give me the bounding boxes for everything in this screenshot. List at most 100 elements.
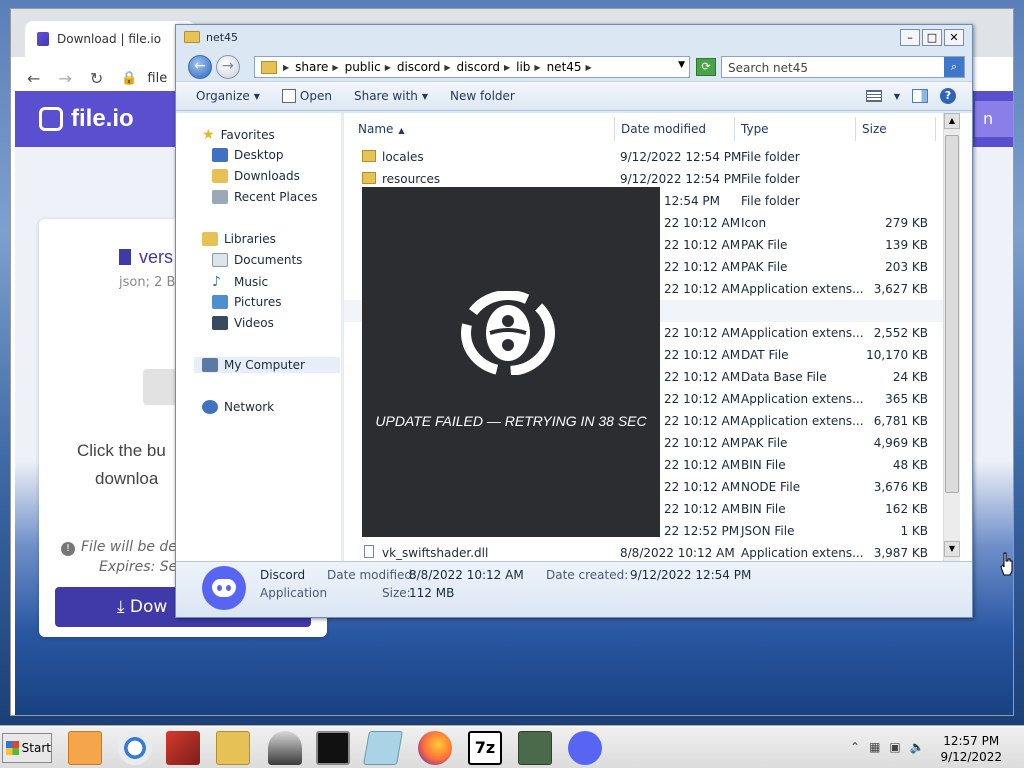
network-monitor-icon[interactable] bbox=[518, 731, 552, 765]
maximize-button[interactable]: □ bbox=[922, 29, 942, 46]
inkscape-icon[interactable] bbox=[268, 731, 302, 765]
7zip-icon[interactable]: 7z bbox=[468, 731, 502, 765]
back-arrow-icon[interactable]: ← bbox=[27, 69, 40, 88]
breadcrumb-item[interactable]: discord ▶ bbox=[456, 60, 510, 74]
clock[interactable]: 12:57 PM 9/12/2022 bbox=[940, 733, 1002, 765]
file-type-cell: File folder bbox=[741, 194, 800, 208]
file-size-cell: 3,676 KB bbox=[873, 480, 928, 494]
discord-spinner-icon bbox=[461, 291, 555, 375]
help-icon[interactable]: ? bbox=[940, 88, 956, 104]
new-folder-button[interactable]: New folder bbox=[450, 89, 515, 103]
file-size-cell: 365 KB bbox=[885, 392, 928, 406]
chevron-right-icon: ▶ bbox=[534, 62, 541, 72]
column-header-type[interactable]: Type bbox=[735, 117, 856, 141]
refresh-button[interactable]: ⟳ bbox=[696, 58, 716, 76]
discord-icon[interactable] bbox=[568, 731, 602, 765]
cta-line-2: downloa bbox=[95, 469, 159, 488]
explorer-titlebar[interactable]: net45 – □ ✕ bbox=[176, 25, 972, 51]
scroll-up-icon[interactable]: ▲ bbox=[944, 113, 960, 129]
file-size-cell: 48 KB bbox=[892, 458, 928, 472]
nav-libraries[interactable]: Libraries bbox=[202, 232, 276, 246]
nav-recent-places[interactable]: Recent Places bbox=[212, 190, 317, 204]
omnibox[interactable]: 🔒 file bbox=[121, 71, 167, 86]
column-header-size[interactable]: Size bbox=[856, 117, 936, 141]
file-date-cell: 22 10:12 AM bbox=[664, 392, 741, 406]
breadcrumb-item[interactable]: public ▶ bbox=[345, 60, 391, 74]
column-header-date[interactable]: Date modified bbox=[615, 117, 735, 141]
action-center-icon[interactable]: ▦ bbox=[869, 740, 880, 754]
nav-network[interactable]: Network bbox=[202, 400, 274, 414]
search-input[interactable]: Search net45 ⌕ bbox=[721, 56, 965, 78]
nav-documents[interactable]: Documents bbox=[212, 253, 302, 267]
show-hidden-icons-icon[interactable]: ⌃ bbox=[850, 740, 860, 754]
change-view-icon[interactable] bbox=[865, 90, 882, 102]
details-size-label: Size: bbox=[382, 586, 411, 600]
breadcrumb-item[interactable]: discord ▶ bbox=[397, 60, 451, 74]
chrome-icon[interactable] bbox=[118, 731, 152, 765]
preview-pane-icon[interactable] bbox=[912, 89, 928, 103]
file-row[interactable]: vk_swiftshader.dll 8/8/2022 10:12 AM Appli… bbox=[344, 542, 948, 561]
nav-videos[interactable]: Videos bbox=[212, 316, 274, 330]
breadcrumb-item[interactable]: share ▶ bbox=[295, 60, 338, 74]
vertical-scrollbar[interactable]: ▲ ▼ bbox=[943, 113, 960, 561]
nav-my-computer[interactable]: My Computer bbox=[194, 357, 340, 373]
forward-button[interactable]: → bbox=[216, 55, 240, 79]
chevron-right-icon: ▶ bbox=[444, 62, 451, 72]
column-label: Type bbox=[741, 122, 769, 136]
explorer-folder-icon[interactable] bbox=[216, 731, 250, 765]
file-name-text: vers bbox=[139, 247, 174, 267]
notepad-icon[interactable] bbox=[363, 731, 403, 765]
nav-downloads[interactable]: Downloads bbox=[212, 169, 300, 183]
breadcrumb-root-chevron[interactable]: ▶ bbox=[283, 63, 289, 72]
back-button[interactable]: ← bbox=[188, 55, 212, 79]
chevron-down-icon[interactable]: ▼ bbox=[894, 92, 900, 101]
breadcrumb-item[interactable]: lib ▶ bbox=[516, 60, 540, 74]
browser-tab-title: Download | file.io bbox=[57, 32, 162, 46]
breadcrumb-item[interactable]: net45 ▶ bbox=[547, 60, 592, 74]
search-icon[interactable]: ⌕ bbox=[944, 57, 964, 77]
file-meta: json; 2 B bbox=[119, 275, 176, 290]
forward-arrow-icon[interactable]: → bbox=[58, 69, 71, 88]
details-modified-value: 8/8/2022 10:12 AM bbox=[409, 568, 524, 582]
file-size-cell: 6,781 KB bbox=[873, 414, 928, 428]
start-button[interactable]: Start bbox=[2, 733, 52, 763]
scroll-down-icon[interactable]: ▼ bbox=[944, 541, 960, 557]
volume-icon[interactable]: 🔈 bbox=[910, 740, 925, 754]
nav-music[interactable]: ♪ Music bbox=[212, 274, 268, 290]
network-tray-icon[interactable]: ▣ bbox=[889, 740, 900, 754]
share-with-menu[interactable]: Share with ▼ bbox=[354, 89, 428, 103]
chevron-down-icon: ▼ bbox=[253, 91, 260, 101]
file-date-cell: 22 10:12 AM bbox=[664, 414, 741, 428]
column-header-name[interactable]: Name ▲ bbox=[344, 117, 615, 141]
documents-icon bbox=[212, 253, 228, 267]
details-created-label: Date created: bbox=[546, 568, 629, 582]
header-action-button[interactable]: n bbox=[975, 101, 1013, 137]
chevron-right-icon: ▶ bbox=[283, 62, 290, 72]
organize-menu[interactable]: Organize ▼ bbox=[196, 89, 260, 103]
address-history-dropdown-icon[interactable]: ▼ bbox=[678, 60, 685, 70]
sort-ascending-icon: ▲ bbox=[398, 126, 405, 135]
folder-icon bbox=[184, 31, 200, 43]
file-name: vers bbox=[119, 247, 173, 268]
folder-icon bbox=[261, 60, 277, 74]
hand-cursor-icon bbox=[1000, 552, 1013, 576]
file-size-cell: 203 KB bbox=[885, 260, 928, 274]
nav-desktop[interactable]: Desktop bbox=[212, 148, 284, 162]
media-player-icon[interactable] bbox=[68, 731, 102, 765]
firefox-icon[interactable] bbox=[418, 731, 452, 765]
open-button[interactable]: Open bbox=[281, 89, 332, 103]
game-icon[interactable] bbox=[166, 731, 200, 765]
reload-icon[interactable]: ↻ bbox=[90, 69, 103, 88]
cmd-icon[interactable] bbox=[316, 731, 350, 765]
nav-favorites[interactable]: ★ Favorites bbox=[202, 127, 275, 143]
scroll-thumb[interactable] bbox=[945, 135, 959, 493]
fileio-brand[interactable]: file.io bbox=[39, 105, 134, 133]
nav-pictures[interactable]: Pictures bbox=[212, 295, 282, 309]
file-type-cell: Application extens... bbox=[741, 546, 864, 560]
address-bar[interactable]: ▶ share ▶ public ▶ discord ▶ discord ▶ lib ▶ … bbox=[254, 56, 690, 78]
file-type-cell: Data Base File bbox=[741, 370, 827, 384]
file-row[interactable]: locales 9/12/2022 12:54 PM File folder bbox=[344, 146, 948, 168]
browser-tab[interactable]: Download | file.io bbox=[25, 21, 195, 57]
minimize-button[interactable]: – bbox=[900, 29, 920, 46]
close-button[interactable]: ✕ bbox=[944, 29, 964, 46]
